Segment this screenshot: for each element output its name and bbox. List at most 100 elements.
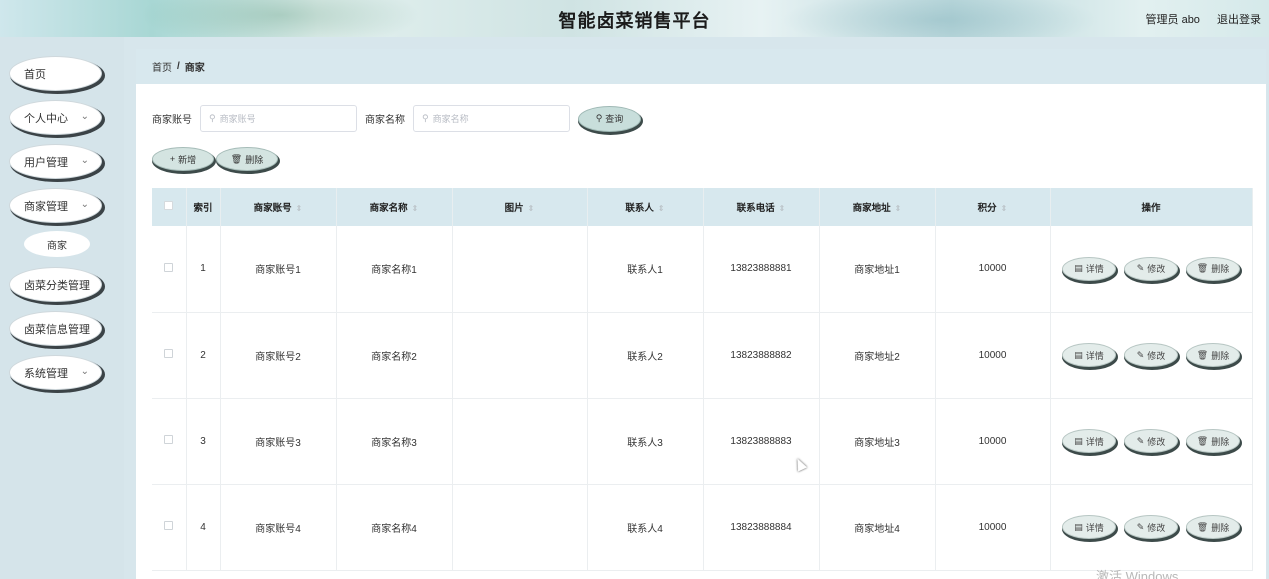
breadcrumb-current: 商家 bbox=[184, 63, 205, 74]
column-header-label: 商家账号 bbox=[253, 203, 292, 214]
trash-icon: 🗑︎ bbox=[1196, 263, 1209, 274]
detail-button[interactable]: ▤ 详情 bbox=[1062, 515, 1116, 539]
cell-image bbox=[452, 484, 588, 571]
row-checkbox[interactable] bbox=[164, 435, 174, 444]
row-checkbox[interactable] bbox=[164, 349, 174, 358]
account-search-label: 商家账号 bbox=[152, 115, 192, 126]
delete-button[interactable]: 🗑︎ 删除 bbox=[1186, 515, 1240, 539]
action-bar: + 新增 🗑︎ 删除 bbox=[152, 147, 278, 171]
cell-image bbox=[452, 312, 588, 399]
cell-name: 商家名称3 bbox=[336, 398, 453, 485]
query-button[interactable]: ⚲ 查询 bbox=[578, 105, 641, 132]
trash-icon: 🗑︎ bbox=[1196, 349, 1209, 360]
column-header[interactable]: 商家名称 ⇕ bbox=[336, 188, 453, 226]
row-actions: ▤ 详情 ✎ 修改 🗑︎ 删除 bbox=[1051, 256, 1252, 281]
logout-link[interactable]: 退出登录 bbox=[1217, 14, 1261, 26]
name-search-input[interactable]: ⚲ 商家名称 bbox=[413, 105, 570, 132]
sort-icon[interactable]: ⇕ bbox=[1001, 204, 1008, 213]
column-header[interactable]: 商家账号 ⇕ bbox=[220, 188, 337, 226]
sidebar-item-category-management[interactable]: 卤菜分类管理 bbox=[9, 267, 102, 302]
sort-icon[interactable]: ⇕ bbox=[296, 204, 303, 213]
sort-icon[interactable]: ⇕ bbox=[895, 204, 902, 213]
sidebar-item-label: 个人中心 bbox=[24, 112, 68, 125]
add-button[interactable]: + 新增 bbox=[152, 147, 214, 171]
table-row: 1 商家账号1 商家名称1 联系人1 13823888881 商家地址1 10000 ▤ 详情 ✎… bbox=[152, 226, 1253, 313]
trash-icon: 🗑︎ bbox=[1196, 435, 1209, 446]
cell-account: 商家账号4 bbox=[220, 484, 337, 571]
cell-phone: 13823888884 bbox=[703, 484, 820, 571]
cell-actions: ▤ 详情 ✎ 修改 🗑︎ 删除 bbox=[1050, 226, 1253, 313]
sort-icon[interactable]: ⇕ bbox=[779, 204, 786, 213]
delete-button[interactable]: 🗑︎ 删除 bbox=[1186, 256, 1240, 281]
column-header: 索引 bbox=[186, 188, 221, 226]
chevron-down-icon: ⌄ bbox=[80, 366, 89, 377]
cell-index: 4 bbox=[186, 484, 221, 571]
breadcrumb-home[interactable]: 首页 bbox=[152, 59, 172, 74]
cell-contact: 联系人2 bbox=[587, 312, 704, 399]
column-header[interactable]: 联系电话 ⇕ bbox=[703, 188, 820, 226]
table-header-row: 索引 商家账号 ⇕ 商家名称 ⇕ 图片 ⇕ 联系人 ⇕ 联系电话 ⇕ 商家地址 ⇕ 积分 ⇕ … bbox=[152, 188, 1253, 226]
cell-actions: ▤ 详情 ✎ 修改 🗑︎ 删除 bbox=[1050, 398, 1253, 485]
column-header-label: 商家地址 bbox=[852, 203, 891, 214]
column-header[interactable]: 联系人 ⇕ bbox=[587, 188, 704, 226]
row-checkbox[interactable] bbox=[164, 521, 174, 530]
column-header[interactable]: 图片 ⇕ bbox=[452, 188, 588, 226]
column-header-label: 联系电话 bbox=[736, 203, 775, 214]
delete-button[interactable]: 🗑︎ 删除 bbox=[1186, 343, 1240, 367]
column-header[interactable]: 商家地址 ⇕ bbox=[819, 188, 936, 226]
edit-button[interactable]: ✎ 修改 bbox=[1124, 343, 1178, 367]
delete-button[interactable]: 🗑︎ 删除 bbox=[1186, 429, 1240, 453]
sidebar-item-label: 卤菜信息管理 bbox=[24, 323, 90, 336]
header-user-area: 管理员 abo 退出登录 bbox=[1132, 11, 1261, 27]
search-icon: ⚲ bbox=[422, 113, 429, 123]
merchant-table: 索引 商家账号 ⇕ 商家名称 ⇕ 图片 ⇕ 联系人 ⇕ 联系电话 ⇕ 商家地址 ⇕ 积分 ⇕ … bbox=[152, 188, 1253, 571]
edit-button-label: 修改 bbox=[1147, 522, 1166, 533]
edit-button[interactable]: ✎ 修改 bbox=[1124, 256, 1178, 281]
add-button-label: 新增 bbox=[178, 154, 197, 165]
column-header[interactable]: 积分 ⇕ bbox=[935, 188, 1051, 226]
breadcrumb-separator: / bbox=[177, 61, 180, 72]
search-icon: ⚲ bbox=[595, 113, 603, 123]
account-search-input[interactable]: ⚲ 商家账号 bbox=[200, 105, 357, 132]
sort-icon[interactable]: ⇕ bbox=[658, 204, 665, 213]
cell-account: 商家账号3 bbox=[220, 398, 337, 485]
edit-button[interactable]: ✎ 修改 bbox=[1124, 429, 1178, 453]
sidebar-item-dish-management[interactable]: 卤菜信息管理 bbox=[9, 311, 102, 346]
sidebar-item-home[interactable]: 首页 bbox=[9, 56, 102, 91]
cell-phone: 13823888881 bbox=[703, 226, 820, 313]
sidebar-item-user-management[interactable]: 用户管理 ⌄ bbox=[9, 144, 102, 179]
cell-contact: 联系人4 bbox=[587, 484, 704, 571]
cell-name: 商家名称4 bbox=[336, 484, 453, 571]
detail-button[interactable]: ▤ 详情 bbox=[1062, 429, 1116, 453]
row-checkbox[interactable] bbox=[164, 262, 174, 272]
cell-actions: ▤ 详情 ✎ 修改 🗑︎ 删除 bbox=[1050, 312, 1253, 399]
row-actions: ▤ 详情 ✎ 修改 🗑︎ 删除 bbox=[1051, 429, 1252, 453]
edit-button-label: 修改 bbox=[1147, 264, 1166, 275]
edit-button[interactable]: ✎ 修改 bbox=[1124, 515, 1178, 539]
row-select-cell bbox=[152, 312, 187, 399]
batch-delete-button[interactable]: 🗑︎ 删除 bbox=[216, 147, 278, 171]
cell-index: 3 bbox=[186, 398, 221, 485]
select-all-checkbox[interactable] bbox=[164, 201, 174, 210]
top-header: 智能卤菜销售平台 管理员 abo 退出登录 bbox=[0, 0, 1269, 37]
cell-image bbox=[452, 398, 588, 485]
sort-icon[interactable]: ⇕ bbox=[528, 204, 535, 213]
sidebar-item-personal-center[interactable]: 个人中心 ⌄ bbox=[9, 100, 102, 135]
pencil-icon: ✎ bbox=[1136, 263, 1145, 274]
cell-image bbox=[452, 226, 588, 313]
sort-icon[interactable]: ⇕ bbox=[412, 204, 419, 213]
sidebar-subitem-merchant[interactable]: 商家 bbox=[24, 231, 90, 257]
breadcrumb: 首页 / 商家 bbox=[136, 49, 1266, 84]
document-icon: ▤ bbox=[1074, 435, 1083, 446]
row-select-cell bbox=[152, 398, 187, 485]
cell-actions: ▤ 详情 ✎ 修改 🗑︎ 删除 bbox=[1050, 484, 1253, 571]
sidebar-item-merchant-management[interactable]: 商家管理 ⌄ bbox=[9, 188, 102, 223]
cell-name: 商家名称1 bbox=[336, 226, 453, 313]
detail-button[interactable]: ▤ 详情 bbox=[1062, 343, 1116, 367]
cell-points: 10000 bbox=[935, 398, 1051, 485]
detail-button[interactable]: ▤ 详情 bbox=[1062, 256, 1116, 281]
sidebar-item-system-management[interactable]: 系统管理 ⌄ bbox=[9, 355, 102, 390]
cell-index: 1 bbox=[186, 226, 221, 313]
sidebar-item-label: 系统管理 bbox=[24, 367, 68, 380]
name-search-label: 商家名称 bbox=[365, 115, 405, 126]
